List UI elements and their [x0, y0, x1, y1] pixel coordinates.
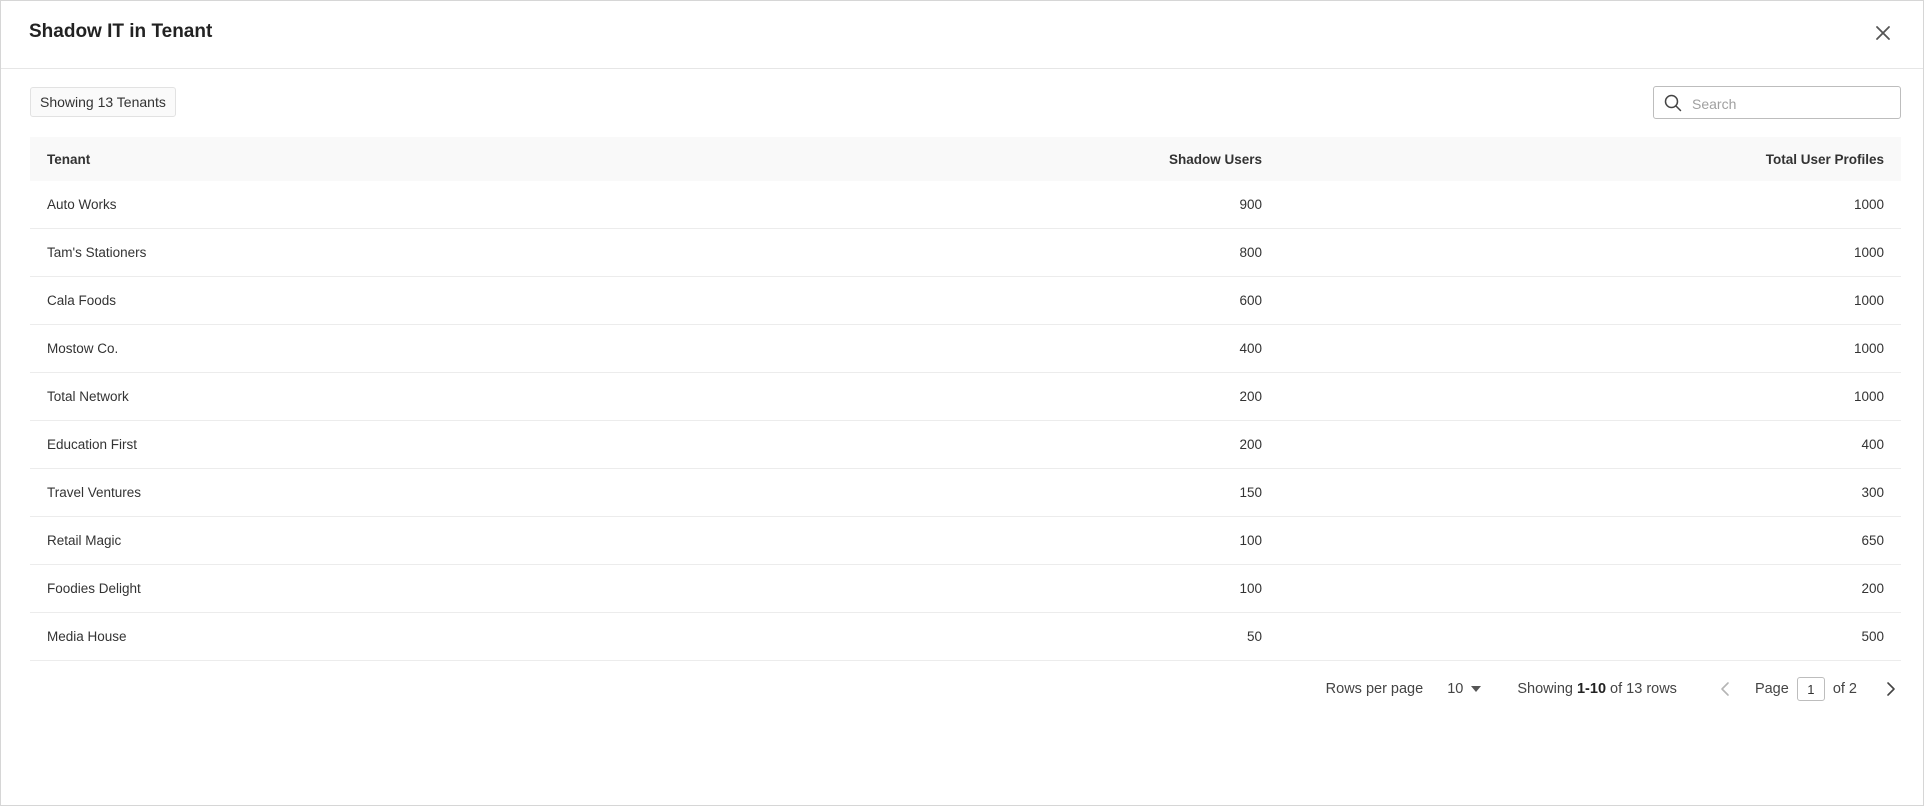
table-row[interactable]: Total Network 200 1000 — [30, 373, 1901, 421]
table-row[interactable]: Education First 200 400 — [30, 421, 1901, 469]
search-input[interactable] — [1690, 91, 1894, 117]
shadow-users-cell: 200 — [1239, 389, 1262, 404]
table-row[interactable]: Media House 50 500 — [30, 613, 1901, 661]
page-label: Page — [1754, 681, 1789, 697]
total-pages-label: of 2 — [1832, 681, 1857, 697]
search-icon — [1664, 94, 1682, 112]
total-user-profiles-cell: 300 — [1861, 485, 1884, 500]
shadow-users-cell: 200 — [1239, 437, 1262, 452]
next-page-button[interactable] — [1881, 679, 1901, 699]
table-row[interactable]: Mostow Co. 400 1000 — [30, 325, 1901, 373]
rows-range-text: Showing 1-10 of 13 rows — [1517, 681, 1677, 697]
shadow-users-cell: 800 — [1239, 245, 1262, 260]
caret-down-icon — [1471, 686, 1482, 692]
pagination: Rows per page 10 Showing 1-10 of 13 rows… — [1326, 673, 1901, 705]
table-row[interactable]: Tam's Stationers 800 1000 — [30, 229, 1901, 277]
table-row[interactable]: Retail Magic 100 650 — [30, 517, 1901, 565]
rows-range-suffix: of 13 rows — [1606, 681, 1677, 697]
table-toolbar: Showing 13 Tenants — [30, 86, 1901, 120]
total-user-profiles-cell: 1000 — [1853, 197, 1884, 212]
rows-per-page-value: 10 — [1447, 681, 1464, 697]
tenant-cell: Total Network — [47, 389, 129, 404]
shadow-users-cell: 600 — [1239, 293, 1262, 308]
rows-per-page-select[interactable]: 10 — [1447, 681, 1482, 697]
shadow-users-cell: 400 — [1239, 341, 1262, 356]
shadow-users-cell: 900 — [1239, 197, 1262, 212]
column-header-shadow-users[interactable]: Shadow Users — [670, 152, 1262, 167]
chevron-right-icon — [1887, 682, 1895, 696]
tenant-cell: Media House — [47, 629, 127, 644]
shadow-users-cell: 100 — [1239, 581, 1262, 596]
shadow-users-cell: 50 — [1246, 629, 1262, 644]
shadow-users-cell: 150 — [1239, 485, 1262, 500]
modal-header: Shadow IT in Tenant — [1, 1, 1923, 69]
chevron-left-icon — [1721, 682, 1729, 696]
total-user-profiles-cell: 1000 — [1853, 341, 1884, 356]
tenant-cell: Tam's Stationers — [47, 245, 147, 260]
total-user-profiles-cell: 500 — [1861, 629, 1884, 644]
total-user-profiles-cell: 1000 — [1853, 389, 1884, 404]
shadow-it-modal: Shadow IT in Tenant Showing 13 Tenants T… — [0, 0, 1924, 806]
table-row[interactable]: Foodies Delight 100 200 — [30, 565, 1901, 613]
tenant-cell: Travel Ventures — [47, 485, 142, 500]
tenant-cell: Education First — [47, 437, 138, 452]
search-box[interactable] — [1653, 86, 1901, 119]
shadow-users-cell: 100 — [1239, 533, 1262, 548]
tenant-cell: Foodies Delight — [47, 581, 141, 596]
tenant-count-badge: Showing 13 Tenants — [30, 87, 176, 117]
column-header-tenant[interactable]: Tenant — [30, 152, 670, 167]
tenant-cell: Retail Magic — [47, 533, 122, 548]
tenant-table: Tenant Shadow Users Total User Profiles … — [30, 137, 1901, 661]
total-user-profiles-cell: 650 — [1861, 533, 1884, 548]
table-row[interactable]: Travel Ventures 150 300 — [30, 469, 1901, 517]
rows-range-bold: 1-10 — [1576, 681, 1607, 697]
modal-title: Shadow IT in Tenant — [29, 21, 213, 42]
total-user-profiles-cell: 1000 — [1853, 293, 1884, 308]
column-header-total-user-profiles[interactable]: Total User Profiles — [1262, 152, 1901, 167]
rows-per-page-label: Rows per page — [1325, 681, 1424, 697]
table-header: Tenant Shadow Users Total User Profiles — [30, 137, 1901, 181]
table-body: Auto Works 900 1000 Tam's Stationers 800 1000… — [30, 181, 1901, 661]
page-number-input[interactable] — [1796, 677, 1825, 701]
total-user-profiles-cell: 400 — [1861, 437, 1884, 452]
tenant-cell: Mostow Co. — [47, 341, 119, 356]
total-user-profiles-cell: 200 — [1861, 581, 1884, 596]
tenant-cell: Cala Foods — [47, 293, 117, 308]
table-row[interactable]: Cala Foods 600 1000 — [30, 277, 1901, 325]
previous-page-button[interactable] — [1715, 679, 1735, 699]
table-row[interactable]: Auto Works 900 1000 — [30, 181, 1901, 229]
rows-range-prefix: Showing — [1517, 681, 1577, 697]
tenant-cell: Auto Works — [47, 197, 117, 212]
close-button[interactable] — [1871, 21, 1895, 45]
close-icon — [1876, 26, 1890, 40]
total-user-profiles-cell: 1000 — [1853, 245, 1884, 260]
